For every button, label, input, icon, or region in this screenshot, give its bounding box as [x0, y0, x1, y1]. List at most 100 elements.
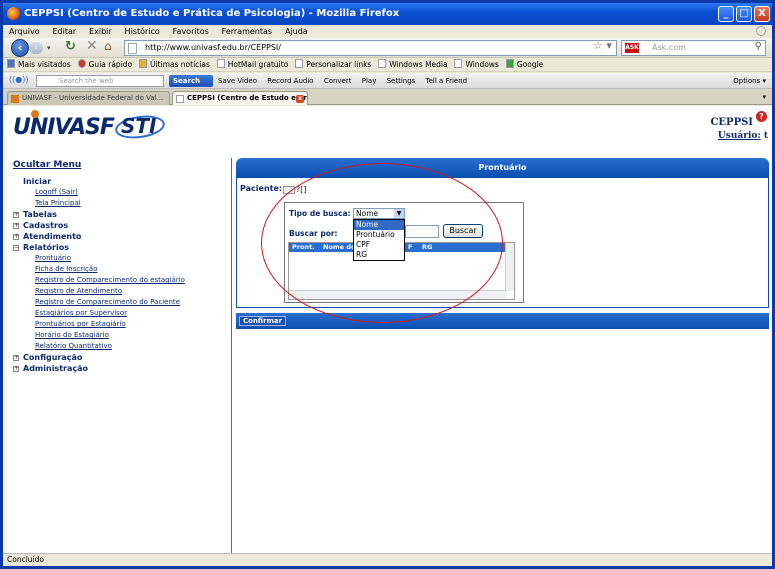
user-label[interactable]: Usuário:	[718, 131, 761, 141]
page-icon	[295, 59, 304, 68]
column-nome: Nome do	[323, 243, 356, 251]
convert-button[interactable]: Convert	[324, 77, 352, 85]
menu-prontuario[interactable]: Prontuário	[13, 253, 228, 264]
menu-bar: Arquivo Editar Exibir Histórico Favorito…	[3, 25, 772, 38]
record-audio-button[interactable]: Record Audio	[267, 77, 313, 85]
tab-close-icon[interactable]: x	[296, 95, 304, 103]
option-prontuario[interactable]: Prontuário	[354, 230, 404, 240]
paciente-picker-button[interactable]	[283, 186, 295, 194]
bookmark-star-icon[interactable]: ☆ ▾	[593, 39, 612, 52]
bookmark-icon	[7, 59, 15, 68]
help-icon[interactable]: ?	[756, 111, 767, 122]
expand-icon[interactable]: +	[13, 234, 19, 240]
minimize-button[interactable]: _	[718, 6, 734, 22]
throbber-icon	[756, 26, 766, 36]
history-dropdown-icon[interactable]: ▾	[47, 44, 51, 52]
menu-iniciar[interactable]: Iniciar	[13, 176, 228, 187]
tab-ceppsi[interactable]: CEPPSI (Centro de Estudo e Práti... x	[172, 91, 308, 105]
browser-window: CEPPSI (Centro de Estudo e Prática de Ps…	[0, 0, 775, 569]
menu-tela-principal[interactable]: Tela Principal	[13, 198, 228, 209]
confirm-button[interactable]: Confirmar	[239, 316, 287, 326]
bookmark-guia-rapido[interactable]: Guia rápido	[77, 58, 132, 72]
menu-editar[interactable]: Editar	[53, 25, 77, 38]
menu-administracao[interactable]: + Administração	[13, 363, 228, 374]
search-input[interactable]	[405, 225, 439, 238]
sti-logo: STI	[121, 114, 157, 138]
menu-estagiarios-supervisor[interactable]: Estagiários por Supervisor	[13, 308, 228, 319]
menu-prontuarios-estagiario[interactable]: Prontuários por Estagiário	[13, 319, 228, 330]
bookmark-ultimas-noticias[interactable]: Últimas notícias	[139, 58, 210, 72]
option-rg[interactable]: RG	[354, 250, 404, 260]
menu-relatorio-quantitativo[interactable]: Relatório Quantitativo	[13, 341, 228, 352]
menu-tabelas[interactable]: + Tabelas	[13, 209, 228, 220]
menu-exibir[interactable]: Exibir	[89, 25, 112, 38]
expand-icon[interactable]: +	[13, 212, 19, 218]
bookmark-google[interactable]: Google	[505, 58, 543, 72]
tab-list-icon[interactable]: ▾	[762, 93, 766, 101]
menu-favoritos[interactable]: Favoritos	[173, 25, 209, 38]
save-video-button[interactable]: Save Video	[218, 77, 257, 85]
menu-arquivo[interactable]: Arquivo	[9, 25, 40, 38]
horizontal-scrollbar[interactable]	[289, 290, 507, 299]
page-icon	[128, 43, 137, 54]
tab-univasf[interactable]: UNIVASF - Universidade Federal do Val...	[7, 91, 170, 105]
play-button[interactable]: Play	[362, 77, 377, 85]
search-button[interactable]: Buscar	[443, 224, 483, 238]
expand-icon[interactable]: +	[13, 223, 19, 229]
bookmark-windows[interactable]: Windows	[454, 58, 499, 72]
menu-ficha-inscricao[interactable]: Ficha de Inscrição	[13, 264, 228, 275]
menu-comparecimento-paciente[interactable]: Registro de Comparecimento do Paciente	[13, 297, 228, 308]
folder-icon	[139, 59, 148, 68]
menu-ferramentas[interactable]: Ferramentas	[222, 25, 272, 38]
back-button[interactable]: ‹	[11, 39, 29, 57]
firefox-icon	[7, 7, 20, 20]
home-icon[interactable]: ⌂	[104, 39, 112, 53]
expand-icon[interactable]: +	[13, 366, 19, 372]
page-icon	[378, 59, 387, 68]
vertical-scrollbar[interactable]	[505, 243, 514, 291]
bookmark-mais-visitados[interactable]: Mais visitados	[7, 58, 71, 72]
settings-button[interactable]: Settings	[387, 77, 416, 85]
menu-historico[interactable]: Histórico	[125, 25, 160, 38]
bookmark-windows-media[interactable]: Windows Media	[378, 58, 448, 72]
maximize-button[interactable]: □	[736, 6, 752, 22]
option-cpf[interactable]: CPF	[354, 240, 404, 250]
menu-logoff[interactable]: Logoff (Sair)	[13, 187, 228, 198]
stop-icon[interactable]: ✕	[86, 38, 98, 54]
search-engine-icon[interactable]: ASK	[625, 43, 639, 53]
bookmark-icon	[77, 59, 86, 68]
hide-menu-link[interactable]: Ocultar Menu	[13, 160, 228, 170]
option-nome[interactable]: Nome	[354, 220, 404, 230]
tab-bar: UNIVASF - Universidade Federal do Val...…	[3, 89, 772, 105]
forward-button[interactable]: ›	[29, 42, 43, 54]
search-type-select[interactable]: Nome ▼	[353, 208, 405, 219]
menu-comparecimento-estagiario[interactable]: Registro de Comparecimento do estagiário	[13, 275, 228, 286]
search-icon[interactable]: ⚲	[755, 41, 762, 52]
menu-cadastros[interactable]: + Cadastros	[13, 220, 228, 231]
prontuario-panel: Paciente: ?[] Tipo de busca: Nome ▼ Nome…	[236, 178, 769, 308]
search-bar[interactable]: ASK Ask.com ⚲	[621, 40, 766, 56]
options-button[interactable]: Options ▾	[733, 75, 766, 87]
column-pront: Pront.	[292, 243, 315, 251]
address-bar[interactable]: http://www.univasf.edu.br/CEPPSI/	[124, 40, 617, 56]
menu-configuracao[interactable]: + Configuração	[13, 352, 228, 363]
ask-search-input[interactable]: Search the web	[36, 75, 164, 87]
bookmark-personalizar[interactable]: Personalizar links	[295, 58, 371, 72]
menu-relatorios[interactable]: − Relatórios	[13, 242, 228, 253]
search-by-label: Buscar por:	[289, 229, 338, 238]
paciente-value: ?[]	[296, 185, 307, 194]
menu-horario-estagiario[interactable]: Horário do Estagiário	[13, 330, 228, 341]
bookmark-hotmail[interactable]: HotMail gratuito	[216, 58, 288, 72]
ask-search-button[interactable]: Search	[169, 75, 213, 87]
expand-icon[interactable]: +	[13, 355, 19, 361]
close-button[interactable]: X	[754, 6, 770, 22]
menu-ajuda[interactable]: Ajuda	[285, 25, 308, 38]
window-title: CEPPSI (Centro de Estudo e Prática de Ps…	[24, 8, 400, 19]
collapse-icon[interactable]: −	[13, 245, 19, 251]
menu-registro-atendimento[interactable]: Registro de Atendimento	[13, 286, 228, 297]
reload-icon[interactable]: ↻	[65, 39, 76, 54]
tell-a-friend-button[interactable]: Tell a Friend	[426, 77, 468, 85]
chevron-down-icon[interactable]: ▼	[394, 209, 404, 218]
menu-atendimento[interactable]: + Atendimento	[13, 231, 228, 242]
page-content: UNIVASF STI ? CEPPSI Usuário: t Ocultar …	[3, 106, 772, 553]
